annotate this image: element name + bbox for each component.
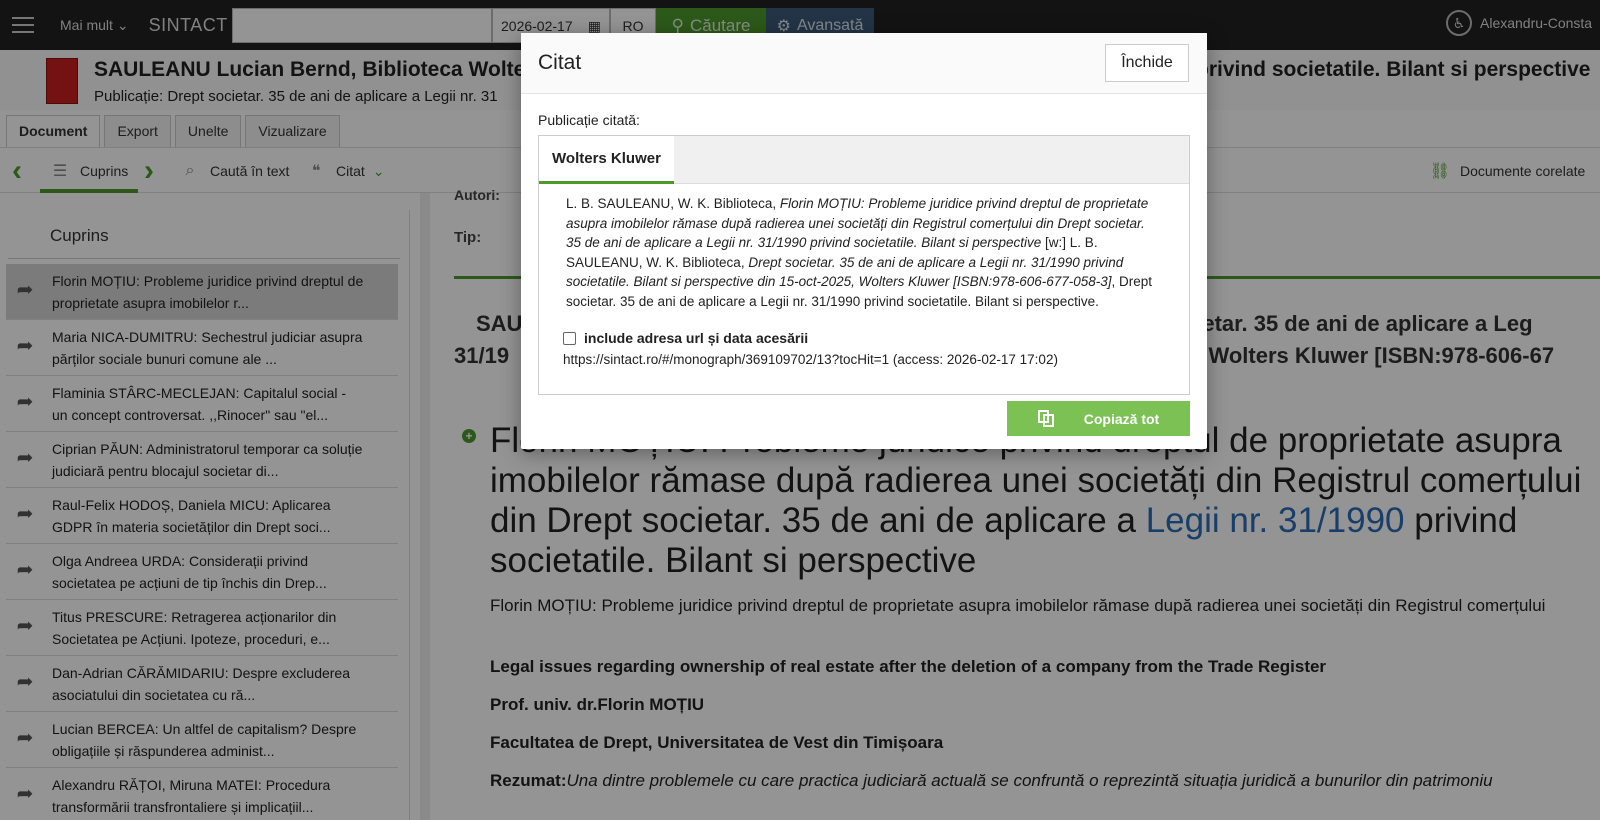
copy-icon	[1037, 409, 1056, 428]
citation-tabs: Wolters Kluwer	[539, 136, 1189, 184]
modal-title: Citat	[538, 51, 582, 74]
include-url-option[interactable]: include adresa url și data acesării	[563, 330, 808, 346]
copy-all-button[interactable]: Copiază tot	[1007, 401, 1190, 436]
citation-text: L. B. SAULEANU, W. K. Biblioteca, Florin…	[566, 194, 1156, 311]
publication-label: Publicație citată:	[538, 112, 640, 128]
include-url-label: include adresa url și data acesării	[584, 330, 809, 346]
citation-modal: Citat Închide Publicație citată: Wolters…	[521, 33, 1207, 449]
modal-header: Citat Închide	[521, 33, 1207, 94]
close-button[interactable]: Închide	[1105, 44, 1189, 82]
citation-part: L. B. SAULEANU, W. K. Biblioteca,	[566, 196, 780, 211]
citation-url: https://sintact.ro/#/monograph/369109702…	[563, 352, 1058, 367]
copy-all-label: Copiază tot	[1083, 410, 1160, 427]
tab-wolters-kluwer[interactable]: Wolters Kluwer	[539, 136, 674, 184]
citation-panel: Wolters Kluwer L. B. SAULEANU, W. K. Bib…	[538, 135, 1190, 395]
include-url-checkbox[interactable]	[563, 331, 576, 345]
